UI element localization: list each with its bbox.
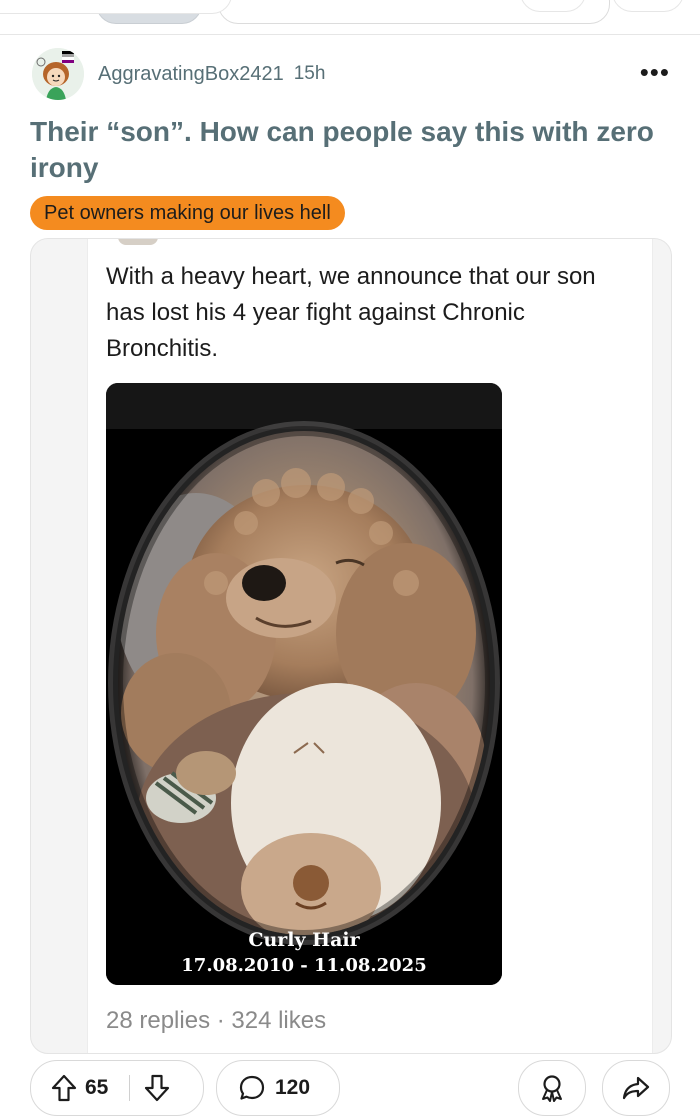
embedded-screenshot-card[interactable]: With a heavy heart, we announce that our… xyxy=(30,238,672,1054)
dog-photo-illustration-icon xyxy=(106,421,502,985)
vote-score: 65 xyxy=(85,1076,109,1099)
post-header: AggravatingBox2421 15h xyxy=(32,48,325,100)
previous-pill-left xyxy=(0,0,232,14)
vote-divider xyxy=(129,1075,130,1101)
downvote-icon xyxy=(144,1074,170,1102)
award-button[interactable] xyxy=(518,1060,586,1116)
share-icon xyxy=(622,1076,650,1100)
award-icon xyxy=(542,1075,562,1102)
vote-pill: 65 xyxy=(30,1060,204,1116)
post-action-bar: 65 120 xyxy=(30,1060,672,1118)
avatar-illustration-icon xyxy=(32,48,84,100)
post-title[interactable]: Their “son”. How can people say this wit… xyxy=(30,114,670,186)
upvote-button[interactable] xyxy=(47,1071,81,1105)
memorial-photo[interactable]: Curly Hair 17.08.2010 - 11.08.2025 xyxy=(106,383,502,985)
previous-post-action-bar-remnant xyxy=(0,0,700,35)
downvote-button[interactable] xyxy=(140,1071,174,1105)
post-flair[interactable]: Pet owners making our lives hell xyxy=(30,196,345,230)
user-avatar[interactable] xyxy=(32,48,84,100)
comment-icon xyxy=(237,1073,267,1103)
post-username[interactable]: AggravatingBox2421 xyxy=(98,63,284,86)
comments-button[interactable]: 120 xyxy=(216,1060,340,1116)
comment-count: 120 xyxy=(275,1076,311,1099)
photo-caption-name: Curly Hair xyxy=(248,929,360,951)
reddit-post-page: AggravatingBox2421 15h ••• Their “son”. … xyxy=(0,0,700,1118)
embedded-post-text: With a heavy heart, we announce that our… xyxy=(106,263,596,362)
previous-share-pill[interactable] xyxy=(612,0,684,12)
embedded-post-meta: 28 replies · 324 likes xyxy=(106,1007,327,1034)
more-options-button[interactable]: ••• xyxy=(640,59,670,85)
photo-caption-dates: 17.08.2010 - 11.08.2025 xyxy=(181,955,427,976)
embedded-post: With a heavy heart, we announce that our… xyxy=(87,239,653,1053)
embedded-avatar-fragment xyxy=(118,239,158,245)
upvote-icon xyxy=(51,1074,77,1102)
post-timestamp: 15h xyxy=(293,63,326,84)
share-button[interactable] xyxy=(602,1060,670,1116)
